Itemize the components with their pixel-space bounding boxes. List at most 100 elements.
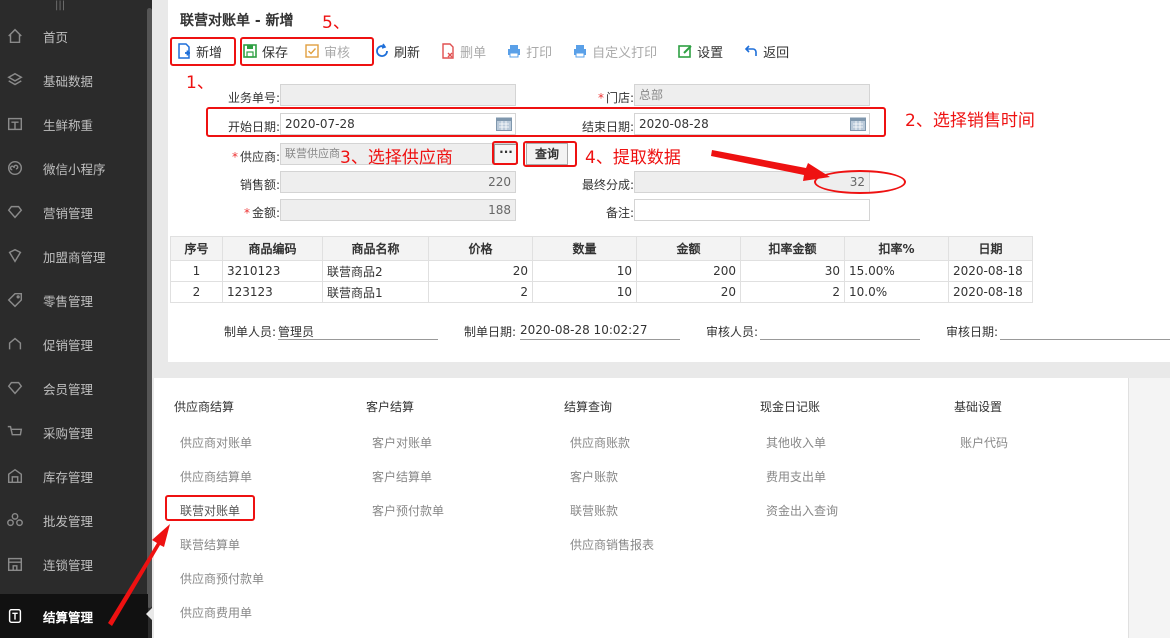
- store-label: * 门店:: [597, 91, 634, 105]
- amount-label: * 金额:: [243, 206, 280, 220]
- sidebar-item-inventory[interactable]: 库存管理: [0, 454, 148, 498]
- sidebar-item-fresh-weighing[interactable]: 生鲜称重: [0, 102, 148, 146]
- table-cell: 15.00%: [844, 260, 949, 282]
- app-window: ||| 首页 基础数据 生鲜称重 微信小程序 营销管理 加盟商管理 零售管理 促…: [0, 0, 1170, 638]
- sidebar: ||| 首页 基础数据 生鲜称重 微信小程序 营销管理 加盟商管理 零售管理 促…: [0, 0, 153, 638]
- sidebar-item-retail[interactable]: 零售管理: [0, 278, 148, 322]
- sidebar-item-member[interactable]: 会员管理: [0, 366, 148, 410]
- sidebar-item-label: 微信小程序: [43, 161, 106, 177]
- column-header[interactable]: 日期: [948, 236, 1033, 261]
- required-mark: *: [231, 150, 238, 164]
- home-icon: [5, 26, 25, 46]
- settlement-menu-panel: 供应商结算 供应商对账单 供应商结算单 联营对账单 联营结算单 供应商预付款单 …: [154, 378, 1128, 638]
- menu-link-other-income[interactable]: 其他收入单: [766, 434, 826, 451]
- sidebar-item-marketing[interactable]: 营销管理: [0, 190, 148, 234]
- diamond-icon: [5, 202, 25, 222]
- menu-link-fund-flow-query[interactable]: 资金出入查询: [766, 502, 838, 519]
- sidebar-item-wholesale[interactable]: 批发管理: [0, 498, 148, 542]
- menu-link-account-code[interactable]: 账户代码: [960, 434, 1008, 451]
- annotation-step5: 5、: [322, 13, 350, 33]
- column-header[interactable]: 扣率%: [844, 236, 949, 261]
- menu-link-customer-settlement[interactable]: 客户结算单: [372, 468, 432, 485]
- menu-link-customer-accounts[interactable]: 客户账款: [570, 468, 618, 485]
- menu-section-title: 结算查询: [564, 400, 613, 414]
- sidebar-item-label: 库存管理: [43, 469, 94, 485]
- cart-icon: [5, 422, 25, 442]
- sidebar-item-label: 连锁管理: [43, 557, 94, 573]
- table-cell: 123123: [222, 281, 323, 303]
- column-header[interactable]: 数量: [532, 236, 637, 261]
- amount-field[interactable]: 188: [280, 199, 516, 221]
- required-mark: *: [597, 91, 604, 105]
- menu-link-expense[interactable]: 费用支出单: [766, 468, 826, 485]
- menu-link-supplier-accounts[interactable]: 供应商账款: [570, 434, 630, 451]
- page-title: 联营对账单 - 新增: [180, 13, 294, 29]
- table-cell: 20: [636, 281, 741, 303]
- annotation-step4: 4、提取数据: [585, 148, 681, 168]
- table-row[interactable]: 2 123123 联营商品1 2 10 20 2 10.0% 2020-08-1…: [170, 281, 1033, 303]
- store-field[interactable]: 总部: [634, 84, 870, 106]
- settings-button[interactable]: 设置: [669, 38, 731, 64]
- annotation-step3: 3、选择供应商: [340, 148, 453, 168]
- sidebar-item-home[interactable]: 首页: [0, 14, 148, 58]
- created-at-label: 制单日期:: [464, 325, 517, 339]
- refresh-icon: [374, 43, 390, 59]
- printer-icon: [506, 43, 522, 59]
- menu-link-supplier-prepayment[interactable]: 供应商预付款单: [180, 570, 264, 587]
- menu-link-supplier-settlement[interactable]: 供应商结算单: [180, 468, 252, 485]
- sidebar-item-label: 会员管理: [43, 381, 94, 397]
- sidebar-item-promotion[interactable]: 促销管理: [0, 322, 148, 366]
- sidebar-item-label: 首页: [43, 29, 69, 45]
- creator-value: 管理员: [278, 325, 315, 339]
- sidebar-item-chain[interactable]: 连锁管理: [0, 542, 148, 586]
- print-button[interactable]: 打印: [498, 38, 560, 64]
- sidebar-item-purchase[interactable]: 采购管理: [0, 410, 148, 454]
- table-cell: 10.0%: [844, 281, 949, 303]
- wholesale-icon: [5, 510, 25, 530]
- menu-link-customer-statement[interactable]: 客户对账单: [372, 434, 432, 451]
- sidebar-item-franchise[interactable]: 加盟商管理: [0, 234, 148, 278]
- sidebar-item-mini-program[interactable]: 微信小程序: [0, 146, 148, 190]
- custom-print-button[interactable]: 自定义打印: [564, 38, 665, 64]
- sidebar-item-label: 生鲜称重: [43, 117, 94, 133]
- remark-input[interactable]: [634, 199, 870, 221]
- sidebar-item-settlement[interactable]: 结算管理: [0, 594, 148, 638]
- column-header[interactable]: 金额: [636, 236, 741, 261]
- sales-amount-field[interactable]: 220: [280, 171, 516, 193]
- sidebar-handle-icon[interactable]: |||: [55, 0, 65, 11]
- menu-link-customer-prepayment[interactable]: 客户预付款单: [372, 502, 444, 519]
- sidebar-item-label: 采购管理: [43, 425, 94, 441]
- menu-link-joint-settlement[interactable]: 联营结算单: [180, 536, 240, 553]
- detail-table: 序号 商品编码 商品名称 价格 数量 金额 扣率金额 扣率% 日期 1 3210…: [170, 236, 1033, 303]
- delete-button[interactable]: 删单: [432, 38, 494, 64]
- column-header[interactable]: 商品名称: [322, 236, 429, 261]
- created-at-value: 2020-08-28 10:02:27: [520, 323, 648, 337]
- member-icon: [5, 378, 25, 398]
- audit-date-label: 审核日期:: [946, 325, 999, 339]
- table-cell: 10: [532, 281, 637, 303]
- column-header[interactable]: 商品编码: [222, 236, 323, 261]
- doc-no-field[interactable]: [280, 84, 516, 106]
- column-header[interactable]: 价格: [428, 236, 533, 261]
- back-button[interactable]: 返回: [735, 38, 797, 64]
- column-header[interactable]: 序号: [170, 236, 223, 261]
- sidebar-item-basic-data[interactable]: 基础数据: [0, 58, 148, 102]
- menu-link-supplier-sales-report[interactable]: 供应商销售报表: [570, 536, 654, 553]
- created-at-underline: [520, 339, 680, 340]
- menu-link-supplier-statement[interactable]: 供应商对账单: [180, 434, 252, 451]
- menu-link-joint-accounts[interactable]: 联营账款: [570, 502, 618, 519]
- column-header[interactable]: 扣率金额: [740, 236, 845, 261]
- table-row[interactable]: 1 3210123 联营商品2 20 10 200 30 15.00% 2020…: [170, 260, 1033, 282]
- menu-scrollbar[interactable]: [1128, 378, 1170, 638]
- menu-link-supplier-expense[interactable]: 供应商费用单: [180, 604, 252, 621]
- table-cell: 3210123: [222, 260, 323, 282]
- table-cell: 联营商品1: [322, 281, 429, 303]
- refresh-button[interactable]: 刷新: [366, 38, 428, 64]
- table-cell: 2: [170, 281, 223, 303]
- table-cell: 10: [532, 260, 637, 282]
- creator-underline: [278, 339, 438, 340]
- sidebar-item-label: 基础数据: [43, 73, 94, 89]
- doc-no-label: 业务单号:: [227, 91, 280, 105]
- tag-icon: [5, 290, 25, 310]
- annotation-box-query: [523, 141, 577, 167]
